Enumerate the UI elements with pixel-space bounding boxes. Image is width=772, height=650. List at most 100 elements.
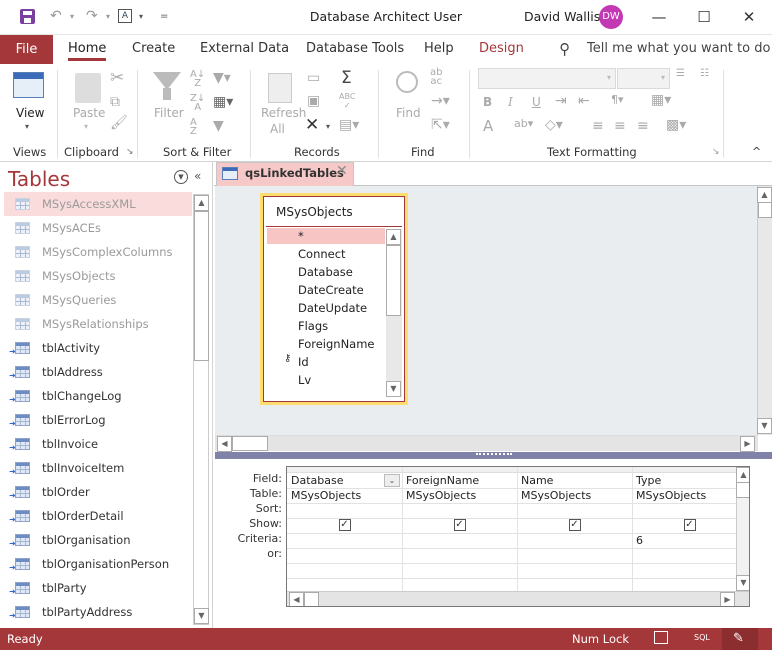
- field-list-scroll-up-button[interactable]: ▲: [386, 229, 401, 245]
- design-hscroll-thumb[interactable]: [232, 436, 268, 451]
- paste-icon[interactable]: [75, 73, 101, 103]
- nav-item[interactable]: MSysQueries: [4, 288, 192, 312]
- grid-cell-sort[interactable]: [517, 503, 632, 518]
- field-item[interactable]: Id: [298, 355, 309, 369]
- nav-item[interactable]: MSysRelationships: [4, 312, 192, 336]
- highlight-icon[interactable]: ab▾: [514, 117, 533, 130]
- save-record-icon[interactable]: ▣: [307, 93, 320, 109]
- grid-cell-table[interactable]: MSysObjects: [632, 488, 747, 503]
- tell-me-input[interactable]: Tell me what you want to do: [587, 41, 770, 56]
- field-list-title[interactable]: MSysObjects: [276, 205, 353, 219]
- nav-scroll-down-button[interactable]: ▼: [194, 608, 209, 624]
- form-view-icon[interactable]: A: [118, 9, 132, 23]
- field-item[interactable]: Flags: [298, 319, 328, 333]
- view-dropdown-icon[interactable]: ▾: [25, 122, 29, 131]
- goto-icon[interactable]: →▾: [431, 93, 450, 109]
- grid-cell-field[interactable]: Type: [632, 473, 747, 488]
- alternate-row-color-icon[interactable]: ▩▾: [666, 117, 686, 133]
- align-left-icon[interactable]: ≡: [592, 118, 604, 134]
- align-right-icon[interactable]: ≡: [637, 118, 649, 134]
- nav-item[interactable]: MSysAccessXML: [4, 192, 192, 216]
- nav-menu-icon[interactable]: ▼: [174, 170, 188, 184]
- grid-hscroll[interactable]: [287, 591, 749, 606]
- undo-dropdown-icon[interactable]: ▾: [70, 12, 74, 21]
- refresh-all-dropdown[interactable]: All: [270, 122, 285, 136]
- format-painter-icon[interactable]: 🖌: [110, 115, 128, 131]
- field-item[interactable]: Lv: [298, 373, 311, 387]
- grid-cell-show[interactable]: ✓: [632, 518, 747, 533]
- nav-item[interactable]: ➜ tblActivity: [4, 336, 192, 360]
- selection-filter-icon[interactable]: ▼▾: [213, 70, 231, 86]
- grid-cell-show[interactable]: ✓: [287, 518, 402, 533]
- tab-file[interactable]: File: [0, 35, 53, 64]
- design-scroll-up-button[interactable]: ▲: [757, 187, 772, 203]
- field-item[interactable]: Database: [298, 265, 353, 279]
- nav-item[interactable]: ➜ tblErrorLog: [4, 408, 192, 432]
- nav-item[interactable]: ➜ tblOrganisation: [4, 528, 192, 552]
- nav-item[interactable]: ➜ tblOrder: [4, 480, 192, 504]
- grid-cell-sort[interactable]: [402, 503, 517, 518]
- nav-item[interactable]: ➜ tblParty: [4, 576, 192, 600]
- show-checkbox[interactable]: ✓: [683, 519, 696, 531]
- tab-home[interactable]: Home: [68, 41, 107, 61]
- find-icon[interactable]: [396, 71, 418, 93]
- decrease-indent-icon[interactable]: ⇤: [578, 93, 590, 109]
- tab-database-tools[interactable]: Database Tools: [306, 41, 404, 56]
- field-item[interactable]: Connect: [298, 247, 346, 261]
- grid-cell-or[interactable]: [287, 548, 402, 563]
- grid-hscroll-thumb[interactable]: [304, 592, 319, 606]
- grid-cell-table[interactable]: MSysObjects: [517, 488, 632, 503]
- maximize-button[interactable]: ☐: [684, 4, 724, 30]
- clipboard-launcher-icon[interactable]: ↘: [126, 147, 134, 157]
- grid-cell-criteria[interactable]: [402, 533, 517, 548]
- remove-sort-icon[interactable]: AZ: [190, 118, 197, 137]
- close-button[interactable]: ✕: [729, 4, 769, 30]
- design-scroll-down-button[interactable]: ▼: [757, 418, 772, 434]
- nav-scroll-thumb[interactable]: [194, 211, 209, 361]
- bullets-icon[interactable]: ☰: [676, 68, 685, 79]
- toggle-filter-icon[interactable]: ▼: [213, 118, 224, 134]
- grid-cell-criteria[interactable]: [517, 533, 632, 548]
- paste-dropdown-icon[interactable]: ▾: [84, 122, 88, 131]
- design-area-hscroll[interactable]: [215, 435, 758, 451]
- grid-cell-show[interactable]: ✓: [402, 518, 517, 533]
- find-button[interactable]: Find: [396, 106, 421, 120]
- nav-item[interactable]: ➜ tblOrganisationPerson: [4, 552, 192, 576]
- replace-icon[interactable]: ab ac: [430, 68, 442, 87]
- field-list-scroll-thumb[interactable]: [386, 245, 401, 316]
- grid-scroll-down-button[interactable]: ▼: [736, 575, 749, 591]
- grid-cell-table[interactable]: MSysObjects: [402, 488, 517, 503]
- nav-item[interactable]: ➜ tblAddress: [4, 360, 192, 384]
- show-checkbox[interactable]: ✓: [568, 519, 581, 531]
- font-name-select[interactable]: ▾: [478, 68, 616, 89]
- close-tab-icon[interactable]: ✕: [336, 163, 348, 179]
- cut-icon[interactable]: ✂: [110, 68, 124, 88]
- increase-indent-icon[interactable]: ⇥: [555, 93, 567, 109]
- design-view-status-button[interactable]: ✎: [722, 628, 758, 650]
- grid-cell-field[interactable]: ForeignName: [402, 473, 517, 488]
- field-dropdown-icon[interactable]: ⌄: [384, 474, 400, 487]
- minimize-button[interactable]: —: [639, 4, 679, 30]
- design-scroll-left-button[interactable]: ◀: [217, 436, 232, 452]
- copy-icon[interactable]: ⧉: [110, 94, 120, 110]
- delete-record-icon[interactable]: ✕: [305, 115, 319, 135]
- nav-pane-title[interactable]: Tables: [8, 167, 70, 191]
- grid-scroll-left-button[interactable]: ◀: [289, 592, 304, 606]
- grid-cell-table[interactable]: MSysObjects: [287, 488, 402, 503]
- grid-vscroll-thumb[interactable]: [736, 482, 749, 498]
- sql-view-button[interactable]: SQL: [694, 633, 710, 642]
- bold-button[interactable]: B: [483, 95, 492, 109]
- align-center-icon[interactable]: ≡: [614, 118, 626, 134]
- document-tab-label[interactable]: qsLinkedTables: [245, 166, 344, 180]
- gridlines-icon[interactable]: ▦▾: [651, 92, 671, 108]
- form-view-dropdown-icon[interactable]: ▾: [139, 12, 143, 21]
- paste-button[interactable]: Paste: [73, 106, 105, 120]
- text-formatting-launcher-icon[interactable]: ↘: [712, 147, 720, 157]
- grid-cell-criteria[interactable]: [287, 533, 402, 548]
- nav-item[interactable]: MSysObjects: [4, 264, 192, 288]
- grid-cell-or[interactable]: [402, 548, 517, 563]
- new-record-icon[interactable]: ▭: [307, 70, 320, 86]
- grid-cell-sort[interactable]: [632, 503, 747, 518]
- grid-cell-criteria[interactable]: 6: [632, 533, 747, 548]
- spelling-icon[interactable]: ABC ✓: [339, 92, 355, 110]
